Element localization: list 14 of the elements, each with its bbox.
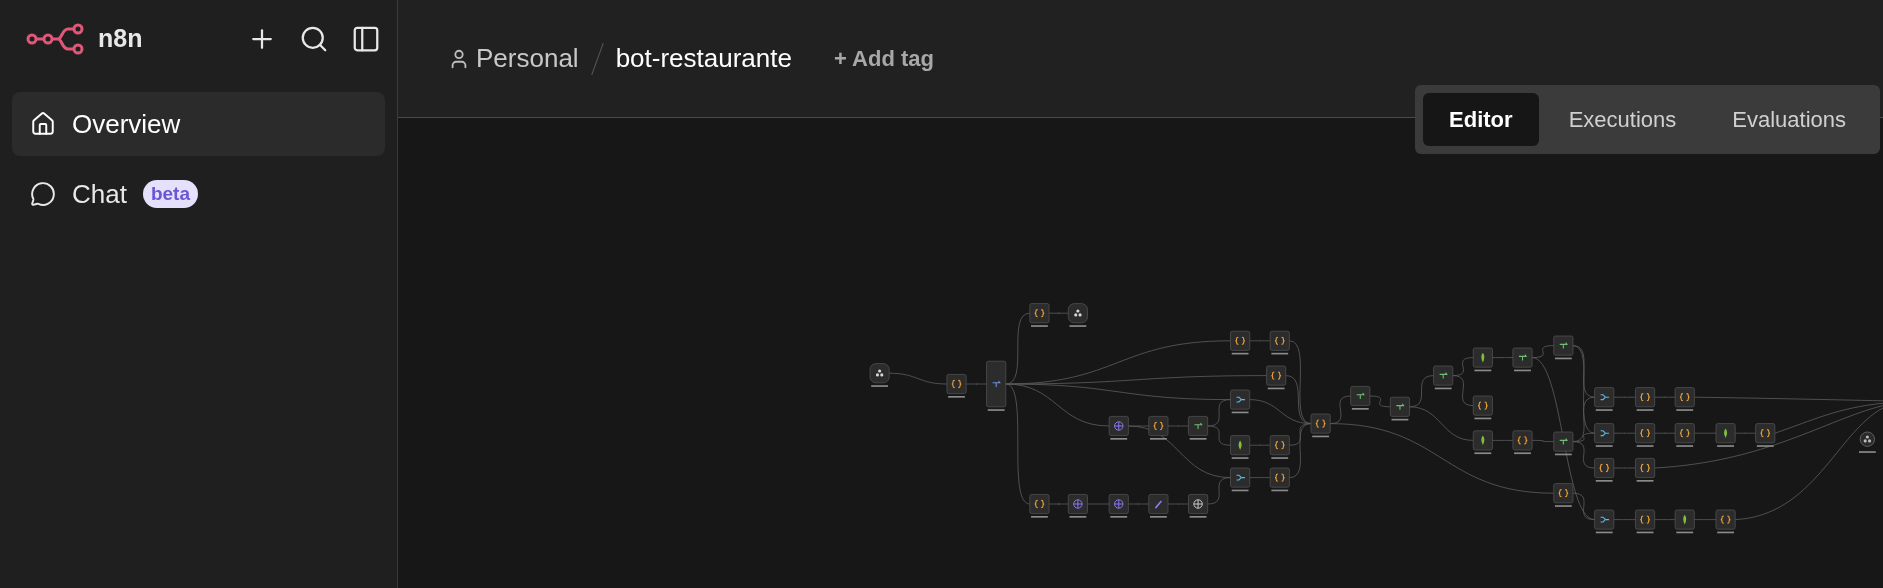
home-icon [30, 111, 56, 137]
view-tab[interactable]: Evaluations [1706, 93, 1872, 146]
sidebar-toggle-icon[interactable] [351, 24, 381, 54]
search-icon[interactable] [299, 24, 329, 54]
chat-icon [30, 181, 56, 207]
sidebar-item[interactable]: Chat beta [12, 162, 385, 226]
view-tab[interactable]: Editor [1423, 93, 1539, 146]
view-tab[interactable]: Executions [1542, 93, 1703, 146]
add-tag-button[interactable]: + Add tag [833, 42, 934, 75]
beta-badge: beta [142, 179, 198, 209]
workflow-name[interactable]: bot-restaurante [615, 39, 792, 78]
project-link[interactable]: Personal [476, 39, 579, 78]
app-name: n8n [98, 23, 143, 55]
sidebar-item[interactable]: Overview [12, 92, 385, 156]
